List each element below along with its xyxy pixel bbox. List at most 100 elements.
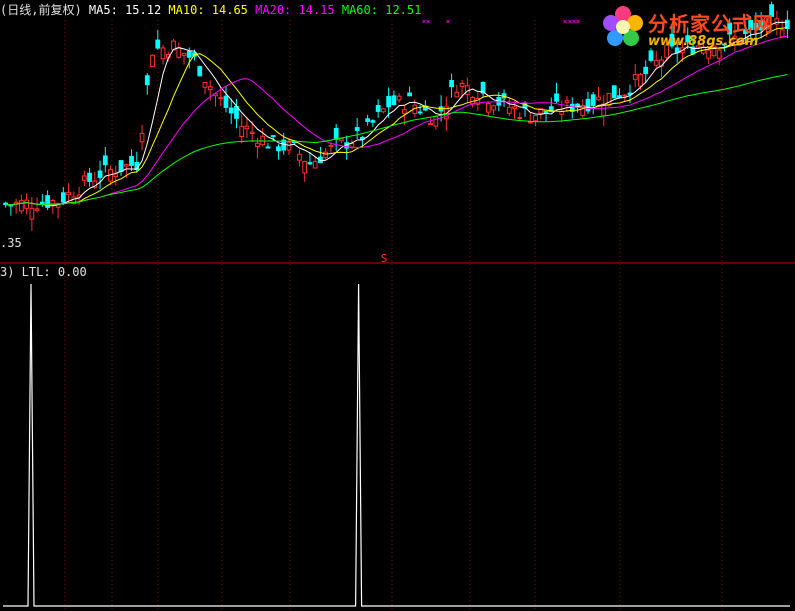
flower-logo-icon <box>603 6 643 46</box>
ltl-line <box>3 283 790 607</box>
candle-body <box>81 175 87 181</box>
candle-body <box>244 125 250 130</box>
candle-body <box>354 127 360 131</box>
candle-body <box>622 94 628 97</box>
candle-body <box>302 160 308 174</box>
candle-body <box>312 160 318 169</box>
candle-body <box>643 66 649 75</box>
ma20-value: 14.15 <box>298 3 335 17</box>
candle-body <box>239 125 245 138</box>
candle-body <box>297 153 302 161</box>
candle-body <box>129 155 134 166</box>
candle-body <box>39 201 45 204</box>
signal-x-marker: × <box>576 17 581 26</box>
candle-body <box>113 173 119 178</box>
candle-body <box>223 95 229 108</box>
candle-body <box>276 146 281 152</box>
ma10-label: MA10: <box>168 3 205 17</box>
candle-body <box>97 170 103 178</box>
candle-body <box>428 123 433 126</box>
ma5-label: MA5: <box>88 3 118 17</box>
candle-body <box>506 106 512 114</box>
watermark-logo: 分析家公式网 www.88gs.com <box>596 0 795 58</box>
candle-body <box>617 95 622 98</box>
candle-body <box>328 144 334 147</box>
period-label: (日线,前复权) <box>0 3 82 17</box>
candle-body <box>323 151 329 159</box>
candle-body <box>123 164 129 167</box>
candle-body <box>118 160 124 173</box>
candle-body <box>491 105 496 111</box>
ma5-value: 15.12 <box>125 3 162 17</box>
candle-body <box>386 96 392 108</box>
candle-body <box>349 143 355 148</box>
ma60-label: MA60: <box>341 3 378 17</box>
candle-body <box>87 172 92 182</box>
signal-x-marker: × <box>446 17 451 26</box>
signal-markers: × × × × × × × <box>422 17 581 26</box>
candle-body <box>454 91 460 98</box>
indicator-label: 3) LTL: <box>0 265 51 279</box>
candle-body <box>218 97 224 100</box>
watermark-url: www.88gs.com <box>648 34 759 49</box>
candle-body <box>286 141 292 151</box>
price-axis-low-label: .35 <box>0 236 22 250</box>
candle-body <box>606 92 612 106</box>
candle-body <box>512 106 517 109</box>
candle-body <box>333 127 339 140</box>
candle-body <box>160 47 166 60</box>
candle-body <box>181 52 187 56</box>
ma20-label: MA20: <box>255 3 292 17</box>
candle-body <box>533 115 538 122</box>
candle-body <box>590 94 596 107</box>
candle-body <box>365 118 371 122</box>
stock-chart: × × × × × × × S <box>0 1 795 611</box>
candle-body <box>611 85 617 99</box>
candle-body <box>66 191 71 196</box>
indicator-header: 3) LTL: 0.00 <box>0 264 87 280</box>
indicator-value: 0.00 <box>57 265 87 279</box>
candle-body <box>307 162 313 165</box>
vertical-grid <box>64 20 723 611</box>
candle-body <box>102 155 108 166</box>
candle-body <box>24 199 29 209</box>
candle-body <box>433 115 439 127</box>
candle-body <box>459 82 465 88</box>
candle-body <box>60 192 66 203</box>
candle-body <box>596 96 601 101</box>
candle-body <box>150 54 155 67</box>
candle-body <box>207 86 213 91</box>
signal-x-marker: × <box>426 17 431 26</box>
candle-body <box>401 109 407 114</box>
candle-body <box>186 51 192 58</box>
candle-body <box>249 131 255 134</box>
candle-body <box>391 95 397 106</box>
candle-body <box>638 73 643 87</box>
candle-body <box>197 66 203 77</box>
candle-body <box>270 135 276 138</box>
candle-body <box>632 74 638 80</box>
ltl-indicator <box>3 283 790 607</box>
candle-body <box>449 80 454 88</box>
candle-body <box>564 100 570 104</box>
candle-body <box>228 107 234 114</box>
candle-body <box>381 108 386 113</box>
candle-body <box>396 95 402 101</box>
candle-body <box>339 138 344 142</box>
candle-body <box>585 98 591 112</box>
candle-body <box>543 110 549 113</box>
ma60-value: 12.51 <box>385 3 422 17</box>
candle-body <box>265 146 271 149</box>
ma-line-ma60 <box>5 73 788 206</box>
watermark-title: 分析家公式网 <box>648 12 774 36</box>
candle-body <box>417 111 423 114</box>
candle-body <box>202 81 208 88</box>
candle-body <box>554 93 559 102</box>
candle-body <box>407 92 412 97</box>
candle-body <box>29 207 35 220</box>
candle-body <box>144 75 150 86</box>
sell-signal-marker: S <box>381 252 388 265</box>
candle-body <box>155 39 161 49</box>
candle-body <box>139 132 145 143</box>
candle-body <box>517 117 523 120</box>
